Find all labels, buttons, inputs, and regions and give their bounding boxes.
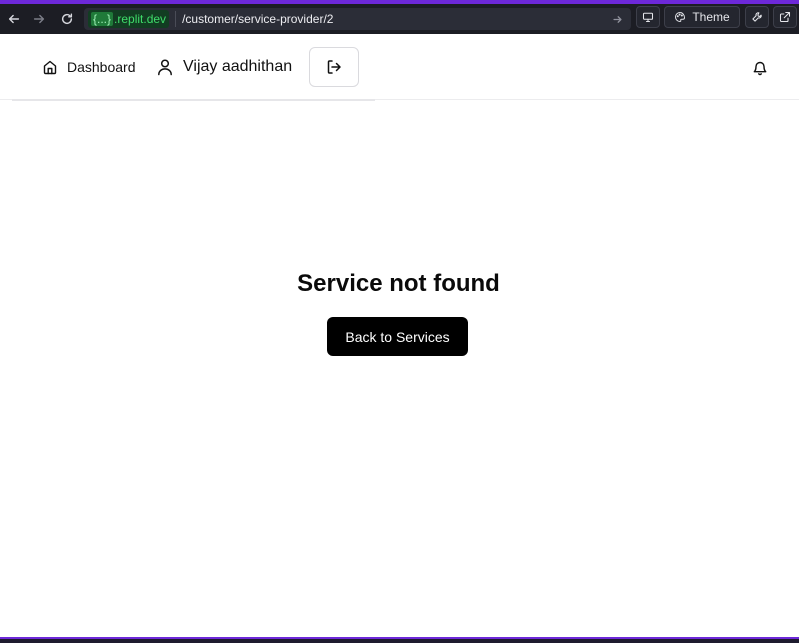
dashboard-link[interactable]: Dashboard — [42, 57, 136, 77]
user-name: Vijay aadhithan — [183, 58, 293, 75]
wrench-icon — [751, 11, 763, 23]
page-title: Service not found — [297, 270, 500, 297]
domain-braces: {...} — [91, 12, 114, 26]
theme-label: Theme — [692, 10, 730, 24]
user-profile-link[interactable]: Vijay aadhithan — [156, 56, 292, 78]
window-bottom-bar — [0, 637, 799, 643]
notifications-button[interactable] — [748, 57, 772, 79]
open-new-tab-button[interactable] — [773, 6, 797, 28]
back-to-services-button[interactable]: Back to Services — [327, 317, 468, 356]
devtools-button[interactable] — [745, 6, 769, 28]
back-arrow-icon[interactable] — [0, 5, 28, 33]
go-arrow-icon[interactable] — [607, 14, 627, 25]
domain-chip: {...} .replit.dev — [88, 10, 170, 28]
theme-button[interactable]: Theme — [664, 6, 740, 28]
bell-icon — [752, 60, 768, 76]
palette-icon — [674, 11, 686, 23]
monitor-icon — [642, 11, 654, 23]
home-icon — [42, 59, 58, 75]
url-bar[interactable]: {...} .replit.dev /customer/service-prov… — [84, 8, 631, 30]
dashboard-label: Dashboard — [67, 59, 136, 75]
domain-text: .replit.dev — [114, 12, 167, 26]
external-link-icon — [779, 11, 791, 23]
url-path: /customer/service-provider/2 — [182, 12, 334, 26]
forward-arrow-icon[interactable] — [25, 5, 53, 33]
user-icon — [156, 58, 174, 76]
logout-icon — [326, 59, 342, 75]
reload-icon[interactable] — [53, 5, 81, 33]
device-preview-button[interactable] — [636, 6, 660, 28]
url-divider — [175, 11, 177, 27]
logout-button[interactable] — [309, 47, 359, 87]
header-underline — [12, 99, 375, 101]
browser-toolbar: {...} .replit.dev /customer/service-prov… — [0, 4, 799, 34]
